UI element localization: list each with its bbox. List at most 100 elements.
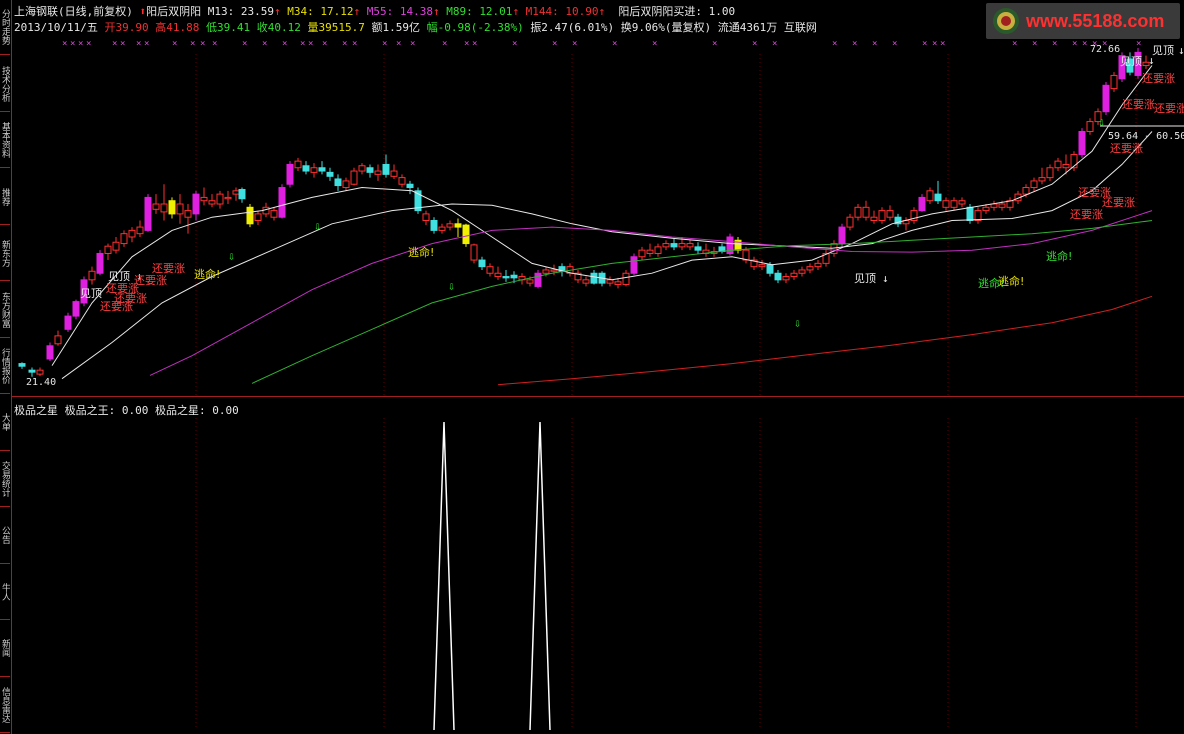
candle-body [670, 243, 678, 248]
ma-up-arrow-icon: ↑ [273, 5, 281, 18]
candle-body [630, 256, 638, 274]
candle-body [1078, 130, 1086, 156]
signal-marker-icon: × [86, 39, 91, 49]
candle-body [374, 170, 382, 175]
candle-body [950, 200, 958, 208]
ma34-line [61, 131, 1153, 380]
signal-marker-icon: × [652, 39, 657, 49]
candle-body [18, 363, 26, 367]
candle-body [1030, 180, 1038, 189]
candle-body [334, 178, 342, 187]
stock-name[interactable]: 上海钢联 [14, 5, 58, 18]
candle-body [694, 246, 702, 251]
signal-marker-icon: × [512, 39, 517, 49]
hollow-arrow-down-icon: ⇩ [794, 316, 801, 330]
signal-marker-icon: × [62, 39, 67, 49]
ma-legend-item: M55: 14.38 [360, 5, 433, 18]
turnover: 换9.06%(量复权) [620, 21, 712, 34]
candle-body [814, 262, 822, 268]
signal-rise: 还要涨 [114, 292, 147, 305]
indicator-title: 极品之星 极品之王: 0.00 极品之星: 0.00 [14, 404, 239, 417]
side-tab[interactable]: 新闻 [0, 621, 10, 677]
close-price: 收40.12 [256, 21, 301, 34]
signal-rise: 还要涨 [1142, 72, 1175, 85]
signal-rise: 还要涨 [1122, 98, 1155, 111]
candle-body [192, 193, 200, 215]
candle-body [326, 171, 334, 177]
signal-escape: 逃命! [1046, 249, 1072, 263]
volume: 量39515.7 [307, 21, 365, 34]
side-tab[interactable]: 大单 [0, 395, 10, 451]
side-tab[interactable]: 新东方 [0, 226, 10, 282]
candle-body [72, 301, 80, 317]
candle-body [478, 259, 486, 268]
signal-marker-icon: × [308, 39, 313, 49]
kline-chart[interactable]: × × × × × × × × × × × × × × × × × × × × × × × × × × × × × × × × × × × × × × × ×… [12, 34, 1184, 398]
signal-marker-icon: × [342, 39, 347, 49]
side-tab[interactable]: 行情报价 [0, 339, 10, 395]
candle-body [862, 206, 870, 218]
high-price: 高41.88 [155, 21, 200, 34]
candle-body [454, 223, 462, 228]
ma13-line [51, 65, 1153, 366]
signal-marker-icon: × [120, 39, 125, 49]
header-line-2: 2013/10/11/五 开39.90 高41.88 低39.41 收40.12… [14, 19, 817, 34]
candle-body [422, 213, 430, 221]
candle-body [318, 167, 326, 172]
side-tab[interactable]: 信息雷达 [0, 678, 10, 733]
signal-marker-icon: × [832, 39, 837, 49]
candle-body [638, 249, 646, 258]
ma-legend: M13: 23.59↑ M34: 17.12↑ M55: 14.38↑ M89:… [208, 5, 605, 18]
side-tab[interactable]: 交易统计 [0, 452, 10, 508]
signal-marker-icon: × [442, 39, 447, 49]
signal-marker-icon: × [78, 39, 83, 49]
candle-body [398, 177, 406, 185]
side-tab[interactable]: 技术分析 [0, 56, 10, 112]
candle-body [1054, 160, 1062, 169]
signal-rise: 还要涨 [134, 274, 167, 287]
pane-divider[interactable] [12, 396, 1184, 397]
signal-marker-icon: × [382, 39, 387, 49]
ma-up-arrow-icon: ↑ [432, 5, 440, 18]
signal-marker-icon: × [172, 39, 177, 49]
candle-body [742, 249, 750, 261]
candle-body [766, 264, 774, 274]
candle-body [494, 272, 502, 278]
candle-body [278, 187, 286, 218]
candle-body [54, 335, 62, 345]
candle-body [382, 163, 390, 175]
signal-marker-icon: × [1052, 39, 1057, 49]
candle-body [1086, 121, 1094, 132]
candle-body [470, 244, 478, 261]
candle-body [350, 170, 358, 185]
hollow-arrow-down-icon: ⇩ [1098, 115, 1105, 129]
candle-body [926, 190, 934, 202]
indicator-name[interactable]: 阳后双阴阳 [146, 5, 201, 18]
candle-body [160, 203, 168, 213]
chart-mode[interactable]: (日线,前复权) [58, 5, 133, 18]
candle-body [1102, 84, 1110, 113]
sector[interactable]: 互联网 [784, 21, 817, 34]
candle-body [216, 193, 224, 205]
side-tab[interactable]: 推荐 [0, 169, 10, 225]
indicator-spike [529, 421, 551, 731]
side-tab[interactable]: 公告 [0, 508, 10, 564]
indicator-chart[interactable] [12, 398, 1184, 732]
open-price: 开39.90 [104, 21, 149, 34]
candle-body [310, 167, 318, 173]
ma-legend-item: M89: 12.01 [439, 5, 513, 18]
candle-body [46, 345, 54, 360]
candle-body [646, 249, 654, 254]
candle-body [790, 272, 798, 278]
candle-body [462, 224, 470, 245]
side-tab[interactable]: 分时走势 [0, 0, 10, 56]
candle-body [662, 243, 670, 248]
candle-body [798, 269, 806, 274]
signal-marker-icon: × [70, 39, 75, 49]
hollow-arrow-down-icon: ⇩ [314, 219, 321, 233]
side-tab[interactable]: 牛人 [0, 565, 10, 621]
indicator-spike [433, 421, 455, 731]
side-tab[interactable]: 基本资料 [0, 113, 10, 169]
candle-body [526, 279, 534, 284]
side-tab[interactable]: 东方财富 [0, 282, 10, 338]
